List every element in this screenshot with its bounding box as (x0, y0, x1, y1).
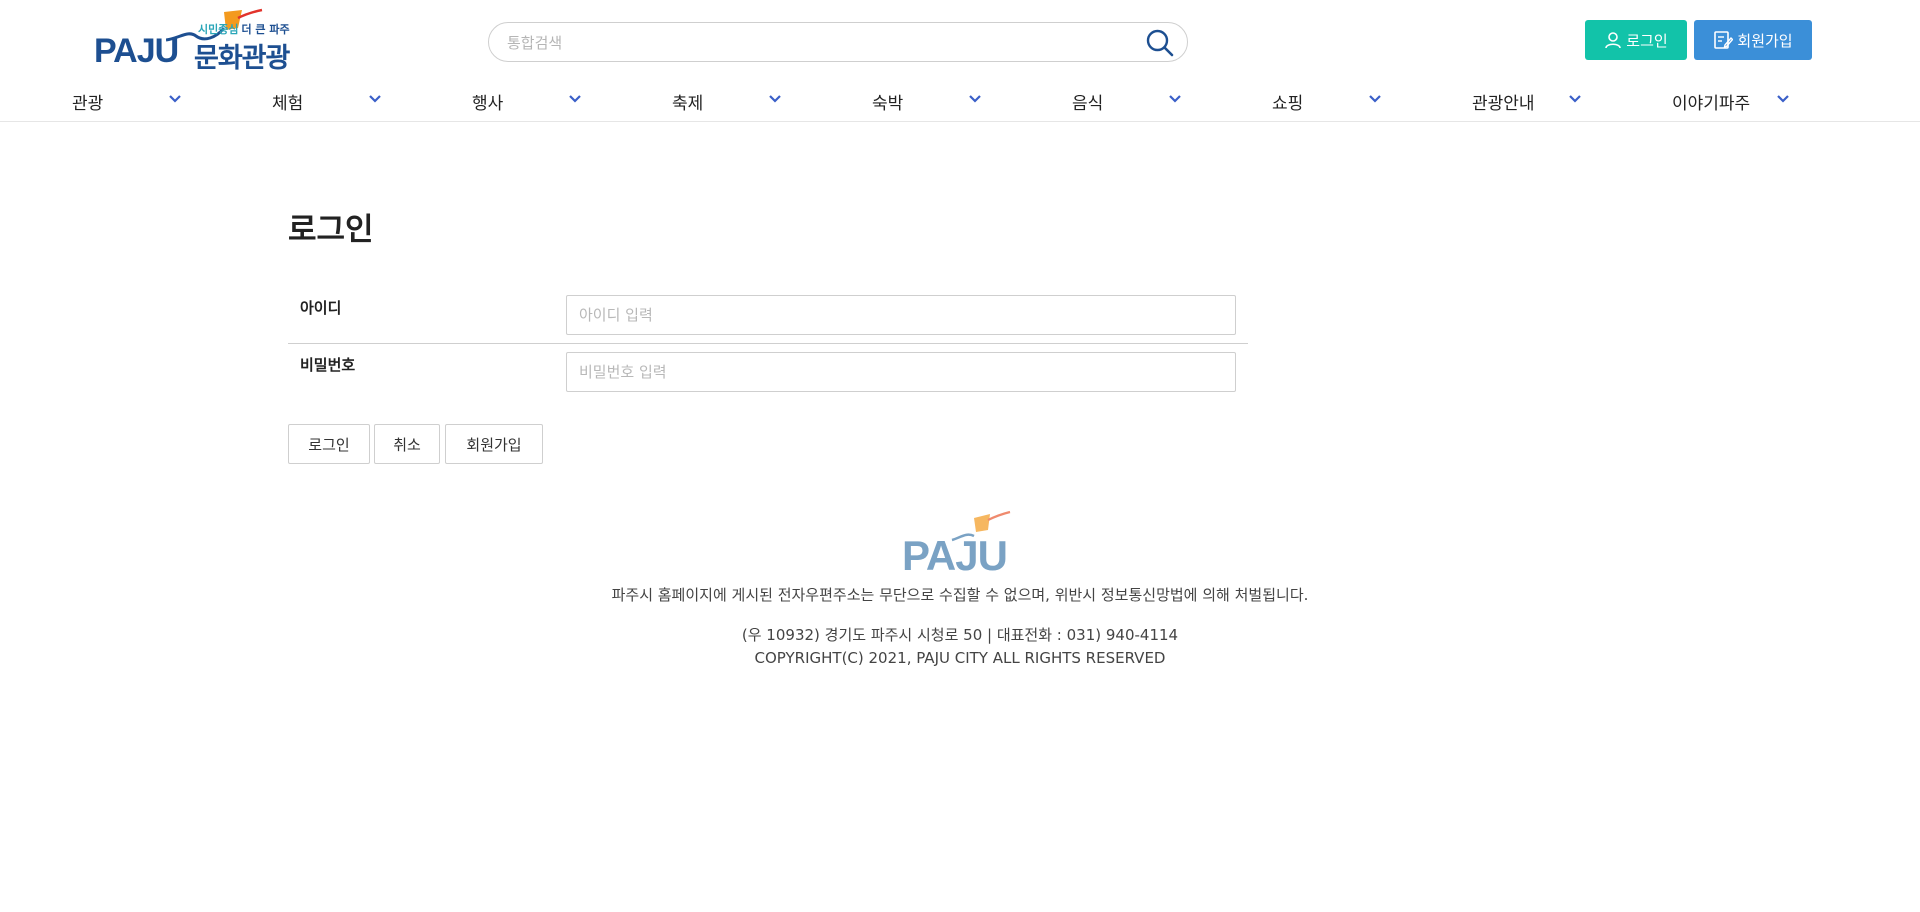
nav-item-label: 관광안내 (1472, 94, 1535, 114)
nav-item-food[interactable]: 음식 (1072, 86, 1272, 116)
nav-item-tour-info[interactable]: 관광안내 (1472, 86, 1672, 116)
page-title: 로그인 (288, 212, 374, 248)
chevron-down-icon (969, 95, 981, 103)
id-input[interactable] (566, 295, 1236, 335)
chevron-down-icon (1169, 95, 1181, 103)
search-bar (488, 22, 1188, 62)
header-join-button[interactable]: 회원가입 (1694, 20, 1812, 60)
id-label: 아이디 (300, 299, 342, 317)
nav-item-label: 이야기파주 (1672, 94, 1751, 114)
nav-item-events[interactable]: 행사 (472, 86, 672, 116)
footer-notice: 파주시 홈페이지에 게시된 전자우편주소는 무단으로 수집할 수 없으며, 위반… (611, 586, 1309, 604)
nav-item-label: 체험 (272, 94, 304, 114)
nav-item-label: 행사 (472, 94, 504, 114)
search-input[interactable] (507, 31, 1107, 55)
logo-slogan-part1: 시민중심 (198, 23, 239, 36)
logo-brand: PAJU (94, 32, 179, 70)
nav-item-shopping[interactable]: 쇼핑 (1272, 86, 1472, 116)
chevron-down-icon (1777, 95, 1789, 103)
nav-item-experience[interactable]: 체험 (272, 86, 472, 116)
password-label: 비밀번호 (300, 356, 356, 374)
footer-brand: PAJU (902, 532, 1008, 579)
edit-form-icon (1714, 31, 1734, 49)
password-input[interactable] (566, 352, 1236, 392)
nav-item-tour[interactable]: 관광 (72, 86, 272, 116)
nav-item-paju-story[interactable]: 이야기파주 (1672, 86, 1872, 116)
cancel-button[interactable]: 취소 (374, 424, 440, 464)
chevron-down-icon (1369, 95, 1381, 103)
header-login-button[interactable]: 로그인 (1585, 20, 1687, 60)
nav-item-lodging[interactable]: 숙박 (872, 86, 1072, 116)
chevron-down-icon (769, 95, 781, 103)
nav-item-label: 관광 (72, 94, 104, 114)
login-button[interactable]: 로그인 (288, 424, 370, 464)
footer-copyright: COPYRIGHT(C) 2021, PAJU CITY ALL RIGHTS … (754, 649, 1166, 667)
logo-slogan: 시민중심 더 큰 파주 (198, 21, 290, 37)
user-icon (1605, 32, 1622, 49)
chevron-down-icon (1569, 95, 1581, 103)
form-divider (288, 343, 1248, 344)
site-header: PAJU 시민중심더 큰 파주 문화관광 로그인 회원가입 (0, 0, 1920, 122)
logo-title: 문화관광 (194, 43, 290, 74)
join-button[interactable]: 회원가입 (445, 424, 543, 464)
chevron-down-icon (369, 95, 381, 103)
logo-slogan-part2: 더 큰 파주 (241, 23, 290, 36)
nav-item-label: 음식 (1072, 94, 1104, 114)
chevron-down-icon (569, 95, 581, 103)
nav-item-label: 축제 (672, 94, 704, 114)
nav-item-label: 쇼핑 (1272, 94, 1304, 114)
footer-address: (우 10932) 경기도 파주시 시청로 50 | 대표전화 : 031) 9… (741, 626, 1179, 644)
header-join-label: 회원가입 (1737, 31, 1793, 50)
site-logo[interactable]: PAJU 시민중심 더 큰 파주 문화관광 (94, 8, 299, 74)
search-button[interactable] (1145, 28, 1175, 58)
chevron-down-icon (169, 95, 181, 103)
footer-logo: PAJU (900, 510, 1020, 579)
nav-item-label: 숙박 (872, 94, 904, 114)
search-icon (1146, 29, 1174, 57)
header-login-label: 로그인 (1626, 31, 1668, 50)
main-nav: 관광 체험 행사 축제 숙박 음식 쇼핑 관광안내 이야기파주 (0, 86, 1920, 116)
nav-item-festival[interactable]: 축제 (672, 86, 872, 116)
